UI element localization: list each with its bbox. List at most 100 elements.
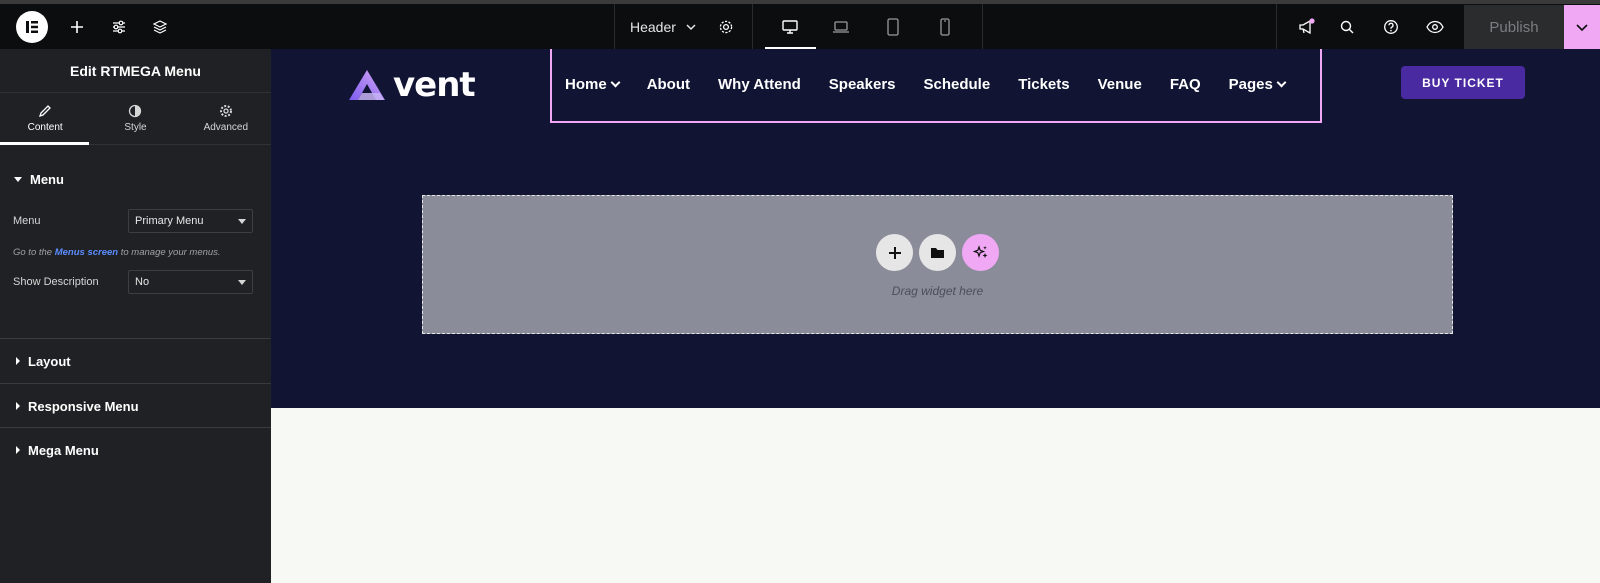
tab-style[interactable]: Style bbox=[90, 93, 180, 144]
elementor-icon bbox=[26, 21, 38, 33]
hint-suffix: to manage your menus. bbox=[120, 247, 221, 258]
help-button[interactable] bbox=[1380, 4, 1402, 49]
menus-hint: Go to the Menus screen to manage your me… bbox=[13, 247, 221, 258]
publish-options-button[interactable] bbox=[1564, 5, 1600, 49]
section-layout-header[interactable]: Layout bbox=[0, 339, 271, 383]
nav-item-tickets[interactable]: Tickets bbox=[1018, 76, 1069, 93]
caret-right-icon bbox=[16, 402, 20, 410]
menu-select[interactable]: Primary Menu bbox=[128, 209, 253, 233]
topbar-divider bbox=[1276, 4, 1277, 49]
hint-prefix: Go to the bbox=[13, 247, 53, 258]
panel-title: Edit RTMEGA Menu bbox=[0, 49, 271, 93]
gear-icon bbox=[219, 105, 232, 117]
eye-icon bbox=[1426, 20, 1444, 33]
megaphone-icon bbox=[1299, 17, 1315, 34]
nav-item-speakers[interactable]: Speakers bbox=[829, 76, 896, 93]
publish-button[interactable]: Publish bbox=[1464, 5, 1564, 49]
document-title-dropdown[interactable]: Header bbox=[630, 4, 697, 49]
plus-icon bbox=[888, 246, 901, 259]
chevron-down-icon bbox=[610, 77, 621, 88]
plus-icon bbox=[71, 20, 83, 33]
nav-item-faq[interactable]: FAQ bbox=[1170, 76, 1201, 93]
device-tablet-button[interactable] bbox=[881, 4, 905, 49]
search-icon bbox=[1340, 20, 1354, 33]
site-logo-text: vent bbox=[393, 65, 476, 105]
drop-zone-actions bbox=[876, 234, 999, 271]
topbar-divider bbox=[614, 4, 615, 49]
show-description-value: No bbox=[135, 276, 150, 288]
chevron-down-icon bbox=[1276, 77, 1287, 88]
site-header-section[interactable]: vent Home About Why Attend Speakers Sche… bbox=[271, 49, 1600, 408]
ai-generate-button[interactable] bbox=[962, 234, 999, 271]
tab-style-label: Style bbox=[124, 122, 147, 133]
drop-zone-text: Drag widget here bbox=[891, 284, 984, 298]
half-circle-icon bbox=[129, 104, 142, 118]
elementor-logo-button[interactable] bbox=[16, 11, 48, 43]
preview-canvas: vent Home About Why Attend Speakers Sche… bbox=[271, 49, 1600, 583]
caret-right-icon bbox=[16, 357, 20, 365]
mobile-icon bbox=[940, 17, 950, 36]
device-laptop-button[interactable] bbox=[829, 4, 853, 49]
section-responsive-menu-title: Responsive Menu bbox=[28, 398, 139, 414]
nav-venue-label: Venue bbox=[1097, 76, 1142, 93]
avent-logo-mark bbox=[349, 70, 385, 100]
caret-down-icon bbox=[14, 176, 22, 182]
sparkle-icon bbox=[972, 244, 987, 258]
buy-ticket-button[interactable]: BUY TICKET bbox=[1401, 66, 1525, 99]
caret-down-icon bbox=[238, 280, 246, 285]
gear-icon bbox=[719, 20, 733, 33]
topbar-divider bbox=[752, 4, 753, 49]
desktop-icon bbox=[782, 19, 798, 34]
nav-faq-label: FAQ bbox=[1169, 76, 1201, 93]
section-menu-title: Menu bbox=[30, 171, 64, 187]
device-mobile-button[interactable] bbox=[933, 4, 957, 49]
chevron-down-icon bbox=[686, 23, 696, 30]
menus-screen-link[interactable]: Menus screen bbox=[55, 247, 118, 258]
nav-speakers-label: Speakers bbox=[828, 76, 896, 93]
notifications-button[interactable] bbox=[1294, 4, 1318, 49]
document-settings-button[interactable] bbox=[715, 4, 737, 49]
nav-schedule-label: Schedule bbox=[923, 76, 991, 93]
tab-advanced[interactable]: Advanced bbox=[181, 93, 271, 144]
menu-select-value: Primary Menu bbox=[135, 215, 204, 227]
add-new-section-button[interactable] bbox=[876, 234, 913, 271]
help-icon bbox=[1384, 19, 1398, 34]
nav-about-label: About bbox=[646, 76, 691, 93]
widget-drop-zone[interactable]: Drag widget here bbox=[422, 195, 1453, 334]
nav-home-label: Home bbox=[565, 76, 607, 93]
nav-item-why-attend[interactable]: Why Attend bbox=[718, 76, 801, 93]
section-menu-header[interactable]: Menu bbox=[0, 169, 64, 189]
show-description-select[interactable]: No bbox=[128, 270, 253, 294]
show-description-label: Show Description bbox=[13, 276, 99, 288]
device-desktop-button[interactable] bbox=[778, 4, 802, 49]
nav-item-about[interactable]: About bbox=[647, 76, 690, 93]
site-nav-menu: Home About Why Attend Speakers Schedule … bbox=[565, 76, 1287, 93]
tab-content[interactable]: Content bbox=[0, 93, 90, 144]
add-template-button[interactable] bbox=[919, 234, 956, 271]
menu-field-label: Menu bbox=[13, 215, 41, 227]
add-element-button[interactable] bbox=[66, 4, 88, 49]
chevron-down-icon bbox=[1576, 24, 1588, 32]
nav-item-venue[interactable]: Venue bbox=[1098, 76, 1142, 93]
site-settings-button[interactable] bbox=[108, 4, 130, 49]
section-responsive-menu-header[interactable]: Responsive Menu bbox=[0, 384, 271, 428]
nav-item-schedule[interactable]: Schedule bbox=[924, 76, 991, 93]
preview-button[interactable] bbox=[1424, 4, 1446, 49]
panel-tabs: Content Style Advanced bbox=[0, 93, 271, 145]
nav-pages-label: Pages bbox=[1228, 76, 1273, 93]
pencil-icon bbox=[39, 105, 52, 118]
tab-content-label: Content bbox=[27, 122, 63, 133]
caret-right-icon bbox=[16, 446, 20, 454]
nav-item-home[interactable]: Home bbox=[565, 76, 621, 93]
tab-advanced-label: Advanced bbox=[203, 122, 249, 133]
tablet-icon bbox=[887, 17, 899, 36]
document-title: Header bbox=[630, 18, 676, 35]
section-mega-menu-header[interactable]: Mega Menu bbox=[0, 428, 271, 472]
nav-item-pages[interactable]: Pages bbox=[1228, 76, 1287, 93]
search-button[interactable] bbox=[1336, 4, 1358, 49]
nav-tickets-label: Tickets bbox=[1018, 76, 1070, 93]
sliders-icon bbox=[113, 20, 125, 33]
site-logo[interactable]: vent bbox=[347, 65, 476, 105]
folder-icon bbox=[931, 248, 944, 258]
structure-button[interactable] bbox=[149, 4, 171, 49]
